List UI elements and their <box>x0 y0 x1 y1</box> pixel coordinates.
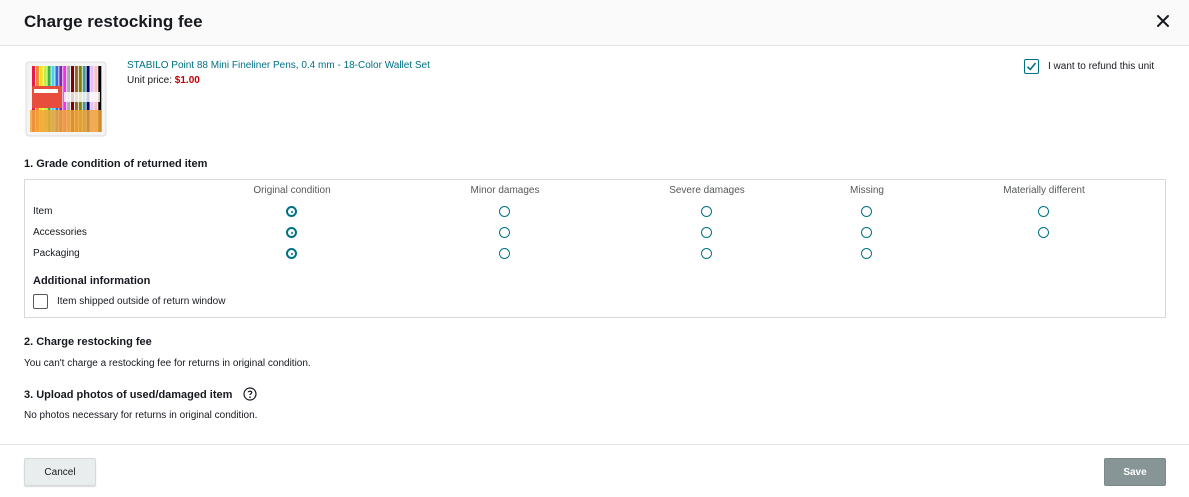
col-original-condition: Original condition <box>253 185 331 196</box>
radio-item-original[interactable] <box>286 206 297 217</box>
col-severe-damages: Severe damages <box>669 185 745 196</box>
radio-packaging-original[interactable] <box>286 248 297 259</box>
product-image <box>24 58 108 138</box>
radio-item-materially-different[interactable] <box>1038 206 1049 217</box>
photos-section-title: 3. Upload photos of used/damaged item <box>24 389 233 401</box>
col-materially-different: Materially different <box>1003 185 1085 196</box>
save-button[interactable]: Save <box>1104 458 1166 486</box>
radio-packaging-minor[interactable] <box>499 248 510 259</box>
photos-info-text: No photos necessary for returns in origi… <box>24 410 258 421</box>
col-missing: Missing <box>850 185 884 196</box>
outside-return-window-label: Item shipped outside of return window <box>57 296 226 307</box>
outside-return-window-checkbox[interactable] <box>33 294 48 309</box>
restocking-info-text: You can't charge a restocking fee for re… <box>24 358 311 369</box>
product-name-link[interactable]: STABILO Point 88 Mini Fineliner Pens, 0.… <box>127 60 430 71</box>
row-label-accessories: Accessories <box>33 227 87 238</box>
row-label-packaging: Packaging <box>33 248 80 259</box>
refund-unit-checkbox[interactable] <box>1024 59 1039 74</box>
radio-accessories-missing[interactable] <box>861 227 872 238</box>
checkmark-icon <box>1026 62 1037 71</box>
footer-divider <box>0 444 1189 445</box>
grade-section-title: 1. Grade condition of returned item <box>24 158 208 170</box>
radio-accessories-severe[interactable] <box>701 227 712 238</box>
unit-price-label: Unit price: <box>127 75 173 86</box>
additional-info-title: Additional information <box>33 275 151 287</box>
radio-packaging-severe[interactable] <box>701 248 712 259</box>
unit-price-value: $1.00 <box>174 75 200 86</box>
close-icon[interactable] <box>1153 11 1173 31</box>
radio-accessories-materially-different[interactable] <box>1038 227 1049 238</box>
restocking-section-title: 2. Charge restocking fee <box>24 336 152 348</box>
radio-item-minor[interactable] <box>499 206 510 217</box>
radio-item-missing[interactable] <box>861 206 872 217</box>
radio-accessories-original[interactable] <box>286 227 297 238</box>
help-circle-icon[interactable] <box>243 387 257 401</box>
radio-item-severe[interactable] <box>701 206 712 217</box>
row-label-item: Item <box>33 206 53 217</box>
modal-title: Charge restocking fee <box>24 12 203 31</box>
unit-price: Unit price: $1.00 <box>127 75 200 86</box>
radio-packaging-missing[interactable] <box>861 248 872 259</box>
radio-accessories-minor[interactable] <box>499 227 510 238</box>
cancel-button[interactable]: Cancel <box>24 458 96 486</box>
col-minor-damages: Minor damages <box>470 185 540 196</box>
restocking-fee-modal: Charge restocking fee STABILO Point 88 M… <box>0 0 1189 497</box>
refund-unit-label: I want to refund this unit <box>1048 61 1155 72</box>
modal-header: Charge restocking fee <box>0 0 1189 46</box>
